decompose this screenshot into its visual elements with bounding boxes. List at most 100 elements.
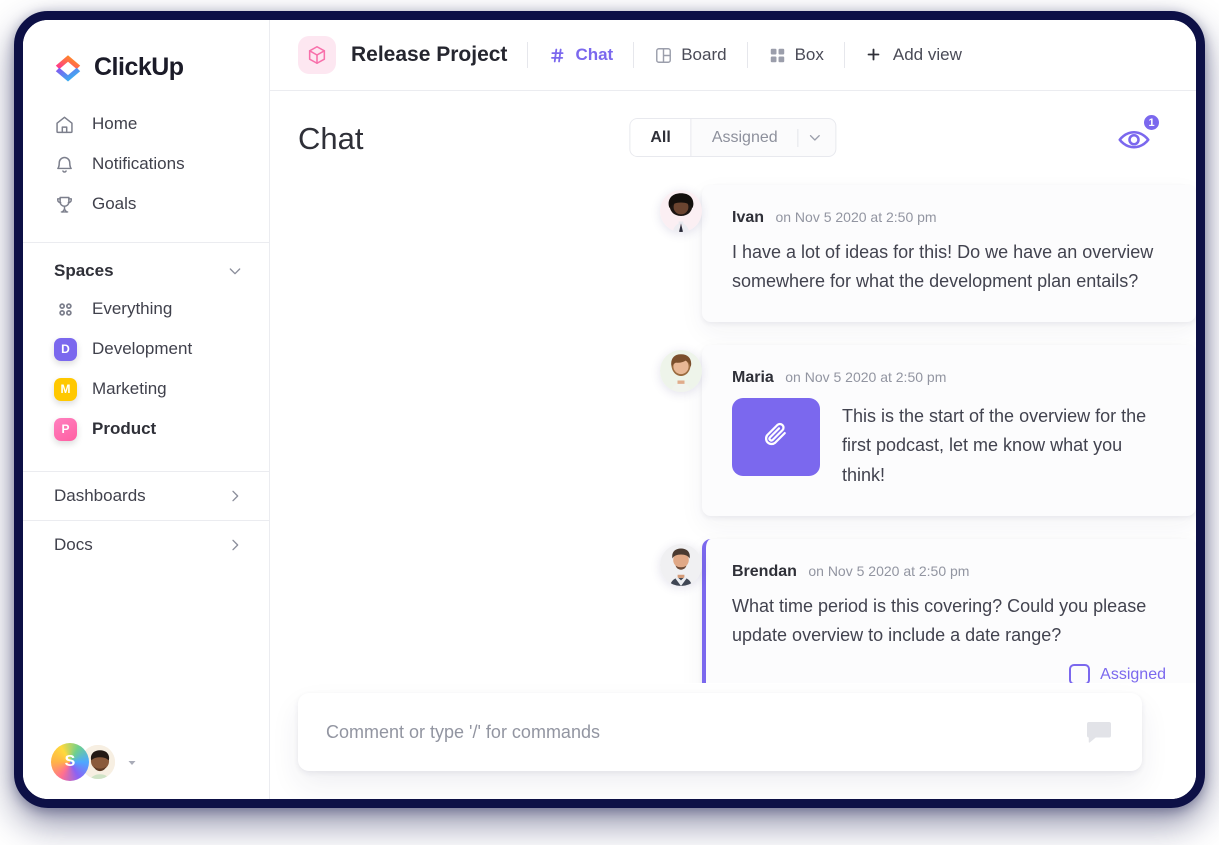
grid-dots-icon	[54, 298, 77, 321]
page-title: Chat	[298, 121, 364, 156]
separator	[527, 42, 529, 68]
message-item: Maria on Nov 5 2020 at 2:50 pm This is t…	[270, 345, 1196, 516]
tab-chat[interactable]: Chat	[548, 45, 613, 65]
clickup-logo-icon	[53, 52, 83, 82]
sidebar: ClickUp Home Notifications Goals Spaces …	[23, 20, 270, 799]
sidebar-item-dashboards[interactable]: Dashboards	[23, 471, 269, 520]
sidebar-item-label: Notifications	[92, 154, 185, 173]
message-item: Ivan on Nov 5 2020 at 2:50 pm I have a l…	[270, 185, 1196, 323]
separator	[633, 42, 635, 68]
separator	[746, 42, 748, 68]
page-header: Chat All Assigned 1	[270, 91, 1196, 157]
filter-all-button[interactable]: All	[630, 119, 691, 156]
message-author: Maria	[732, 369, 774, 387]
message-author: Brendan	[732, 562, 797, 580]
separator	[843, 42, 845, 68]
sidebar-item-label: Docs	[54, 535, 93, 554]
message-header: Maria on Nov 5 2020 at 2:50 pm	[732, 369, 1166, 387]
watchers-count-badge: 1	[1142, 113, 1161, 132]
space-badge-development: D	[54, 337, 77, 361]
sidebar-item-everything[interactable]: Everything	[23, 289, 269, 329]
tab-box[interactable]: Box	[768, 45, 824, 65]
cube-icon	[298, 36, 336, 74]
message-timestamp: on Nov 5 2020 at 2:50 pm	[808, 562, 970, 579]
assigned-checkbox[interactable]	[1069, 664, 1091, 683]
chevron-right-icon	[227, 537, 243, 553]
avatar[interactable]	[660, 350, 702, 393]
message-item: Brendan on Nov 5 2020 at 2:50 pm What ti…	[270, 538, 1196, 683]
chat-bubble-icon[interactable]	[1082, 717, 1116, 747]
attachment-thumbnail[interactable]	[732, 398, 820, 477]
message-timestamp: on Nov 5 2020 at 2:50 pm	[785, 369, 947, 386]
tab-label: Board	[681, 45, 727, 64]
tab-label: Chat	[575, 45, 614, 64]
message-text: What time period is this covering? Could…	[732, 595, 1147, 645]
sidebar-item-goals[interactable]: Goals	[23, 184, 269, 224]
plus-icon	[865, 46, 884, 65]
home-icon	[54, 114, 75, 135]
add-view-button[interactable]: Add view	[865, 45, 962, 65]
avatar[interactable]	[660, 190, 702, 232]
sidebar-item-marketing[interactable]: M Marketing	[23, 369, 269, 409]
topbar: Release Project Chat Board Box Add view	[270, 20, 1196, 91]
message-list: Ivan on Nov 5 2020 at 2:50 pm I have a l…	[270, 157, 1196, 683]
space-badge-product: P	[54, 417, 77, 441]
tab-board[interactable]: Board	[654, 45, 727, 65]
content-area: Chat All Assigned 1 Ivan on Nov 5 2020 a…	[270, 91, 1196, 799]
filter-assigned-button[interactable]: Assigned	[692, 119, 798, 156]
sidebar-item-label: Goals	[92, 194, 137, 213]
comment-input[interactable]	[326, 721, 1082, 743]
sidebar-item-label: Dashboards	[54, 486, 146, 505]
message-card-assigned: Brendan on Nov 5 2020 at 2:50 pm What ti…	[702, 538, 1196, 683]
add-view-label: Add view	[892, 45, 962, 64]
chevron-right-icon	[227, 488, 243, 504]
message-body: This is the start of the overview for th…	[732, 398, 1166, 489]
chevron-down-icon[interactable]	[799, 130, 836, 145]
main-area: Release Project Chat Board Box Add view …	[270, 20, 1196, 799]
composer[interactable]	[298, 693, 1142, 771]
box-grid-icon	[768, 46, 787, 65]
message-header: Ivan on Nov 5 2020 at 2:50 pm	[732, 209, 1166, 227]
assigned-row: Assigned	[732, 664, 1166, 683]
composer-wrapper	[270, 683, 1196, 799]
assigned-label: Assigned	[1100, 665, 1166, 683]
tab-label: Box	[794, 45, 824, 64]
spaces-section-header[interactable]: Spaces	[23, 243, 269, 289]
brand-logo-area[interactable]: ClickUp	[23, 20, 269, 82]
message-text: This is the start of the overview for th…	[842, 406, 1147, 485]
filter-segmented-control: All Assigned	[629, 118, 837, 157]
space-label: Everything	[92, 299, 173, 318]
bell-icon	[54, 154, 75, 175]
space-label: Product	[92, 419, 157, 438]
space-badge-marketing: M	[54, 377, 77, 401]
trophy-icon	[54, 194, 75, 215]
caret-down-icon[interactable]	[126, 756, 138, 768]
chevron-down-icon[interactable]	[227, 263, 243, 279]
message-text: I have a lot of ideas for this! Do we ha…	[732, 242, 1154, 292]
sidebar-item-development[interactable]: D Development	[23, 329, 269, 369]
app-window: ClickUp Home Notifications Goals Spaces …	[23, 20, 1196, 799]
watchers-button[interactable]: 1	[1116, 113, 1161, 157]
message-card: Ivan on Nov 5 2020 at 2:50 pm I have a l…	[702, 185, 1196, 323]
primary-nav: Home Notifications Goals	[23, 82, 269, 224]
space-label: Development	[92, 339, 193, 358]
message-header: Brendan on Nov 5 2020 at 2:50 pm	[732, 563, 1166, 581]
avatar[interactable]	[660, 543, 702, 586]
message-card: Maria on Nov 5 2020 at 2:50 pm This is t…	[702, 345, 1196, 516]
sidebar-item-label: Home	[92, 114, 138, 133]
sidebar-item-home[interactable]: Home	[23, 104, 269, 144]
avatar-current-user[interactable]: S	[51, 743, 89, 781]
hash-icon	[548, 46, 567, 65]
sidebar-item-notifications[interactable]: Notifications	[23, 144, 269, 184]
space-label: Marketing	[92, 379, 167, 398]
message-author: Ivan	[732, 209, 765, 226]
message-timestamp: on Nov 5 2020 at 2:50 pm	[775, 209, 937, 225]
app-window-frame: ClickUp Home Notifications Goals Spaces …	[14, 11, 1205, 808]
sidebar-item-product[interactable]: P Product	[23, 409, 269, 449]
paperclip-icon	[761, 420, 791, 455]
board-icon	[654, 46, 673, 65]
sidebar-item-docs[interactable]: Docs	[23, 520, 269, 569]
user-bar: S	[23, 725, 269, 799]
project-title: Release Project	[351, 43, 508, 66]
